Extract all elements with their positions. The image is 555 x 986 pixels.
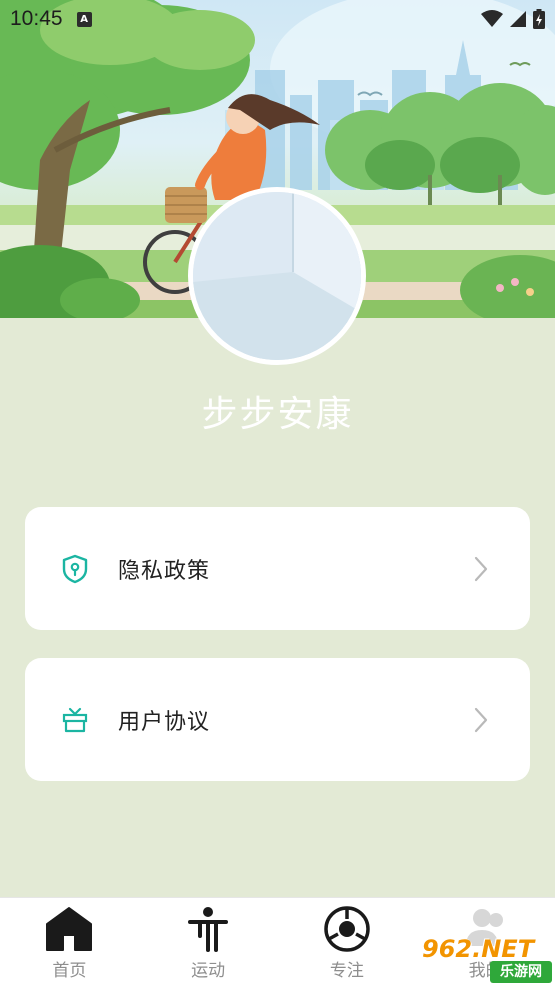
user-agreement-item[interactable]: 用户协议 — [25, 658, 530, 781]
status-indicators — [481, 9, 545, 29]
status-time: 10:45 — [10, 7, 63, 30]
privacy-policy-label: 隐私政策 — [118, 558, 211, 584]
user-agreement-label: 用户协议 — [118, 709, 211, 735]
chevron-right-icon — [472, 555, 490, 583]
app-name: 步步安康 — [201, 394, 354, 435]
signal-icon — [510, 11, 526, 27]
privacy-policy-item[interactable]: 隐私政策 — [25, 507, 530, 630]
shield-icon — [60, 554, 90, 584]
home-icon — [44, 904, 94, 954]
tab-focus[interactable]: 专注 — [278, 898, 417, 986]
avatar-image — [193, 192, 361, 360]
notification-icon: A — [76, 11, 92, 27]
tab-home[interactable]: 首页 — [0, 898, 139, 986]
avatar[interactable] — [188, 187, 366, 365]
watermark-tagline: 乐游网 — [490, 961, 552, 983]
tab-sport-label: 运动 — [191, 961, 226, 981]
wifi-icon — [481, 10, 503, 27]
chevron-right-icon — [472, 706, 490, 734]
tab-home-label: 首页 — [52, 961, 87, 981]
focus-icon — [322, 904, 372, 954]
tab-sport[interactable]: 运动 — [139, 898, 278, 986]
tab-focus-label: 专注 — [329, 961, 364, 981]
status-bar: 10:45 A — [0, 0, 555, 38]
watermark: 962.NET 乐游网 — [418, 935, 554, 985]
gift-box-icon — [60, 705, 90, 735]
stick-figure-icon — [183, 904, 233, 954]
battery-icon — [533, 9, 545, 29]
